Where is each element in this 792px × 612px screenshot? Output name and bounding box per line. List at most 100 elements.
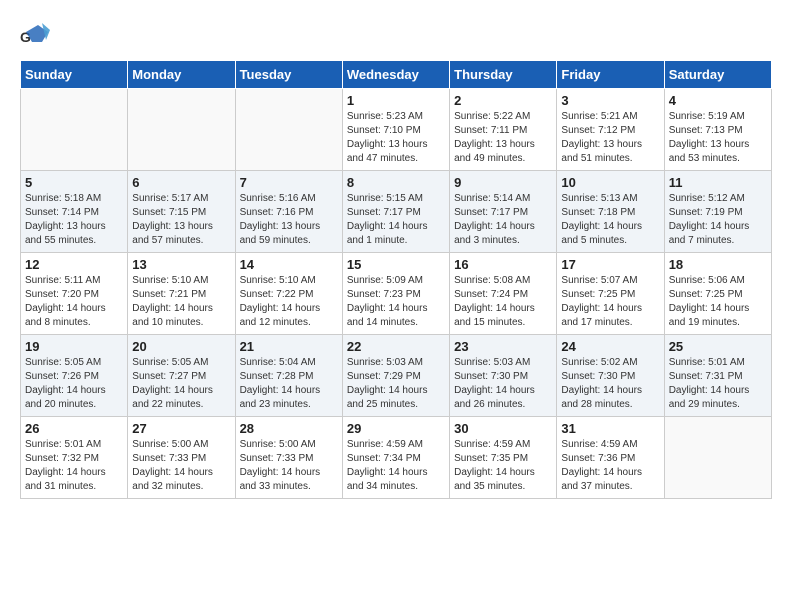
day-number: 10 xyxy=(561,175,659,190)
day-number: 6 xyxy=(132,175,230,190)
day-info: Sunrise: 4:59 AM Sunset: 7:34 PM Dayligh… xyxy=(347,438,445,494)
day-number: 18 xyxy=(669,257,767,272)
calendar-cell: 30 Sunrise: 4:59 AM Sunset: 7:35 PM Dayli… xyxy=(450,417,557,499)
calendar-cell: 9 Sunrise: 5:14 AM Sunset: 7:17 PM Daylig… xyxy=(450,171,557,253)
day-info: Sunrise: 5:03 AM Sunset: 7:29 PM Dayligh… xyxy=(347,356,445,412)
calendar-cell: 11Sunrise: 5:12 AM Sunset: 7:19 PM Dayli… xyxy=(664,171,771,253)
day-info: Sunrise: 5:19 AM Sunset: 7:13 PM Dayligh… xyxy=(669,110,767,166)
day-number: 9 xyxy=(454,175,552,190)
calendar-cell: 20 Sunrise: 5:05 AM Sunset: 7:27 PM Dayli… xyxy=(128,335,235,417)
calendar-cell xyxy=(664,417,771,499)
day-info: Sunrise: 5:06 AM Sunset: 7:25 PM Dayligh… xyxy=(669,274,767,330)
day-number: 4 xyxy=(669,93,767,108)
weekday-header: Sunday xyxy=(21,61,128,89)
day-number: 8 xyxy=(347,175,445,190)
day-number: 24 xyxy=(561,339,659,354)
day-info: Sunrise: 5:18 AM Sunset: 7:14 PM Dayligh… xyxy=(25,192,123,248)
calendar-week-row: 12 Sunrise: 5:11 AM Sunset: 7:20 PM Dayli… xyxy=(21,253,772,335)
day-info: Sunrise: 5:16 AM Sunset: 7:16 PM Dayligh… xyxy=(240,192,338,248)
day-info: Sunrise: 5:14 AM Sunset: 7:17 PM Dayligh… xyxy=(454,192,552,248)
calendar-cell xyxy=(128,89,235,171)
calendar-week-row: 19 Sunrise: 5:05 AM Sunset: 7:26 PM Dayli… xyxy=(21,335,772,417)
calendar-cell: 29Sunrise: 4:59 AM Sunset: 7:34 PM Dayli… xyxy=(342,417,449,499)
calendar-cell: 7Sunrise: 5:16 AM Sunset: 7:16 PM Daylig… xyxy=(235,171,342,253)
day-number: 17 xyxy=(561,257,659,272)
logo-icon: G xyxy=(20,20,50,50)
day-number: 5 xyxy=(25,175,123,190)
calendar-cell: 21 Sunrise: 5:04 AM Sunset: 7:28 PM Dayli… xyxy=(235,335,342,417)
day-info: Sunrise: 5:23 AM Sunset: 7:10 PM Dayligh… xyxy=(347,110,445,166)
day-info: Sunrise: 5:05 AM Sunset: 7:26 PM Dayligh… xyxy=(25,356,123,412)
day-number: 12 xyxy=(25,257,123,272)
day-info: Sunrise: 5:04 AM Sunset: 7:28 PM Dayligh… xyxy=(240,356,338,412)
calendar-cell: 19 Sunrise: 5:05 AM Sunset: 7:26 PM Dayli… xyxy=(21,335,128,417)
day-info: Sunrise: 5:09 AM Sunset: 7:23 PM Dayligh… xyxy=(347,274,445,330)
day-info: Sunrise: 5:10 AM Sunset: 7:22 PM Dayligh… xyxy=(240,274,338,330)
day-info: Sunrise: 5:11 AM Sunset: 7:20 PM Dayligh… xyxy=(25,274,123,330)
calendar-cell: 10 Sunrise: 5:13 AM Sunset: 7:18 PM Dayli… xyxy=(557,171,664,253)
calendar-cell: 31 Sunrise: 4:59 AM Sunset: 7:36 PM Dayli… xyxy=(557,417,664,499)
day-info: Sunrise: 5:21 AM Sunset: 7:12 PM Dayligh… xyxy=(561,110,659,166)
calendar-cell: 28 Sunrise: 5:00 AM Sunset: 7:33 PM Dayli… xyxy=(235,417,342,499)
day-info: Sunrise: 4:59 AM Sunset: 7:36 PM Dayligh… xyxy=(561,438,659,494)
calendar-cell: 25 Sunrise: 5:01 AM Sunset: 7:31 PM Dayli… xyxy=(664,335,771,417)
weekday-header: Monday xyxy=(128,61,235,89)
day-number: 21 xyxy=(240,339,338,354)
day-number: 1 xyxy=(347,93,445,108)
day-info: Sunrise: 5:01 AM Sunset: 7:32 PM Dayligh… xyxy=(25,438,123,494)
day-number: 3 xyxy=(561,93,659,108)
day-number: 13 xyxy=(132,257,230,272)
calendar-week-row: 26 Sunrise: 5:01 AM Sunset: 7:32 PM Dayli… xyxy=(21,417,772,499)
calendar-cell: 8 Sunrise: 5:15 AM Sunset: 7:17 PM Daylig… xyxy=(342,171,449,253)
day-number: 30 xyxy=(454,421,552,436)
day-info: Sunrise: 5:12 AM Sunset: 7:19 PM Dayligh… xyxy=(669,192,767,248)
calendar-cell: 13 Sunrise: 5:10 AM Sunset: 7:21 PM Dayli… xyxy=(128,253,235,335)
page-header: G xyxy=(20,20,772,50)
calendar-cell xyxy=(21,89,128,171)
calendar-week-row: 1 Sunrise: 5:23 AM Sunset: 7:10 PM Daylig… xyxy=(21,89,772,171)
calendar-cell: 2 Sunrise: 5:22 AM Sunset: 7:11 PM Daylig… xyxy=(450,89,557,171)
calendar-cell: 22 Sunrise: 5:03 AM Sunset: 7:29 PM Dayli… xyxy=(342,335,449,417)
calendar-cell: 27 Sunrise: 5:00 AM Sunset: 7:33 PM Dayli… xyxy=(128,417,235,499)
day-info: Sunrise: 5:10 AM Sunset: 7:21 PM Dayligh… xyxy=(132,274,230,330)
calendar-cell: 1 Sunrise: 5:23 AM Sunset: 7:10 PM Daylig… xyxy=(342,89,449,171)
day-info: Sunrise: 5:03 AM Sunset: 7:30 PM Dayligh… xyxy=(454,356,552,412)
day-info: Sunrise: 5:22 AM Sunset: 7:11 PM Dayligh… xyxy=(454,110,552,166)
day-info: Sunrise: 5:00 AM Sunset: 7:33 PM Dayligh… xyxy=(132,438,230,494)
calendar-cell xyxy=(235,89,342,171)
calendar-cell: 23 Sunrise: 5:03 AM Sunset: 7:30 PM Dayli… xyxy=(450,335,557,417)
calendar-week-row: 5 Sunrise: 5:18 AM Sunset: 7:14 PM Daylig… xyxy=(21,171,772,253)
day-info: Sunrise: 5:01 AM Sunset: 7:31 PM Dayligh… xyxy=(669,356,767,412)
calendar-cell: 5 Sunrise: 5:18 AM Sunset: 7:14 PM Daylig… xyxy=(21,171,128,253)
calendar-cell: 4 Sunrise: 5:19 AM Sunset: 7:13 PM Daylig… xyxy=(664,89,771,171)
day-number: 26 xyxy=(25,421,123,436)
day-number: 23 xyxy=(454,339,552,354)
day-info: Sunrise: 5:17 AM Sunset: 7:15 PM Dayligh… xyxy=(132,192,230,248)
calendar-cell: 14Sunrise: 5:10 AM Sunset: 7:22 PM Dayli… xyxy=(235,253,342,335)
day-number: 31 xyxy=(561,421,659,436)
day-number: 22 xyxy=(347,339,445,354)
calendar-table: SundayMondayTuesdayWednesdayThursdayFrid… xyxy=(20,60,772,499)
calendar-cell: 26 Sunrise: 5:01 AM Sunset: 7:32 PM Dayli… xyxy=(21,417,128,499)
calendar-cell: 6 Sunrise: 5:17 AM Sunset: 7:15 PM Daylig… xyxy=(128,171,235,253)
day-info: Sunrise: 4:59 AM Sunset: 7:35 PM Dayligh… xyxy=(454,438,552,494)
weekday-header: Tuesday xyxy=(235,61,342,89)
day-number: 28 xyxy=(240,421,338,436)
calendar-cell: 17Sunrise: 5:07 AM Sunset: 7:25 PM Dayli… xyxy=(557,253,664,335)
weekday-header: Wednesday xyxy=(342,61,449,89)
day-info: Sunrise: 5:00 AM Sunset: 7:33 PM Dayligh… xyxy=(240,438,338,494)
day-info: Sunrise: 5:15 AM Sunset: 7:17 PM Dayligh… xyxy=(347,192,445,248)
day-info: Sunrise: 5:05 AM Sunset: 7:27 PM Dayligh… xyxy=(132,356,230,412)
day-number: 15 xyxy=(347,257,445,272)
day-number: 27 xyxy=(132,421,230,436)
day-info: Sunrise: 5:13 AM Sunset: 7:18 PM Dayligh… xyxy=(561,192,659,248)
calendar-cell: 15 Sunrise: 5:09 AM Sunset: 7:23 PM Dayli… xyxy=(342,253,449,335)
day-number: 2 xyxy=(454,93,552,108)
day-info: Sunrise: 5:02 AM Sunset: 7:30 PM Dayligh… xyxy=(561,356,659,412)
logo: G xyxy=(20,20,54,50)
weekday-header: Friday xyxy=(557,61,664,89)
calendar-cell: 12 Sunrise: 5:11 AM Sunset: 7:20 PM Dayli… xyxy=(21,253,128,335)
day-number: 25 xyxy=(669,339,767,354)
day-number: 20 xyxy=(132,339,230,354)
day-number: 19 xyxy=(25,339,123,354)
